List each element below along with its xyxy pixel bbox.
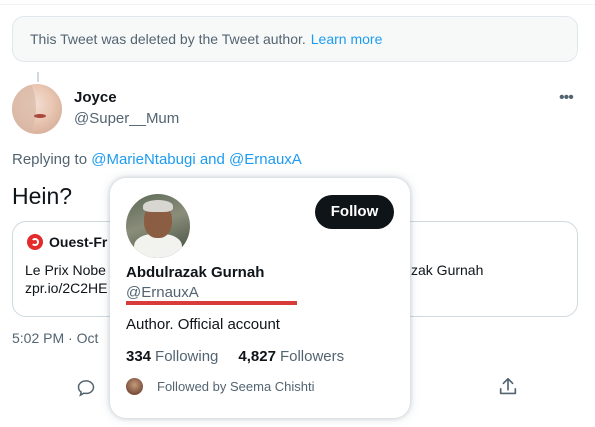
share-icon[interactable] xyxy=(497,376,519,403)
hovercard-bio: Author. Official account xyxy=(126,316,280,333)
mention-and: and xyxy=(199,151,225,168)
following-stat[interactable]: 334 Following xyxy=(126,348,218,365)
mention-link-1[interactable]: @MarieNtabugi xyxy=(91,151,195,168)
following-label: Following xyxy=(155,348,219,365)
reply-icon[interactable] xyxy=(76,378,96,403)
more-icon[interactable]: ••• xyxy=(559,89,574,107)
thread-connector xyxy=(37,72,39,82)
follow-button[interactable]: Follow xyxy=(315,195,394,229)
card-url: zpr.io/2C2HE xyxy=(25,280,108,296)
card-source: Ouest-Fr xyxy=(27,234,107,250)
tweet-text: Hein? xyxy=(12,183,73,209)
hovercard-name[interactable]: Abdulrazak Gurnah xyxy=(126,264,264,281)
card-source-name: Ouest-Fr xyxy=(49,234,108,250)
news-logo-icon xyxy=(27,234,43,250)
followed-by-text: Followed by Seema Chishti xyxy=(157,379,315,394)
tweet-timestamp[interactable]: 5:02 PM · Oct xyxy=(12,330,98,346)
author-name[interactable]: Joyce xyxy=(74,89,117,106)
followers-count: 4,827 xyxy=(238,348,276,365)
mention-link-2[interactable]: @ErnauxA xyxy=(229,151,302,168)
top-divider xyxy=(0,0,595,5)
learn-more-link[interactable]: Learn more xyxy=(311,31,383,47)
card-title-start: Le Prix Nobe xyxy=(25,262,106,278)
handle-highlight-underline xyxy=(126,301,297,305)
author-handle[interactable]: @Super__Mum xyxy=(74,110,179,127)
card-title-end: zak Gurnah xyxy=(411,262,484,278)
followers-label: Followers xyxy=(279,348,345,365)
following-count: 334 xyxy=(126,348,152,365)
hovercard-avatar[interactable] xyxy=(126,194,190,258)
follower-avatar xyxy=(126,378,143,395)
replying-prefix: Replying to xyxy=(12,151,88,168)
profile-hovercard: Follow Abdulrazak Gurnah @ErnauxA Author… xyxy=(110,178,410,418)
author-avatar[interactable] xyxy=(12,84,62,134)
replying-to: Replying to @MarieNtabugi and @ErnauxA xyxy=(12,151,302,168)
hovercard-stats: 334 Following 4,827 Followers xyxy=(126,348,344,365)
followed-by[interactable]: Followed by Seema Chishti xyxy=(126,378,315,395)
deleted-tweet-notice: This Tweet was deleted by the Tweet auth… xyxy=(12,16,578,62)
hovercard-handle[interactable]: @ErnauxA xyxy=(126,284,199,301)
followers-stat[interactable]: 4,827 Followers xyxy=(238,348,344,365)
deleted-notice-text: This Tweet was deleted by the Tweet auth… xyxy=(30,31,306,47)
